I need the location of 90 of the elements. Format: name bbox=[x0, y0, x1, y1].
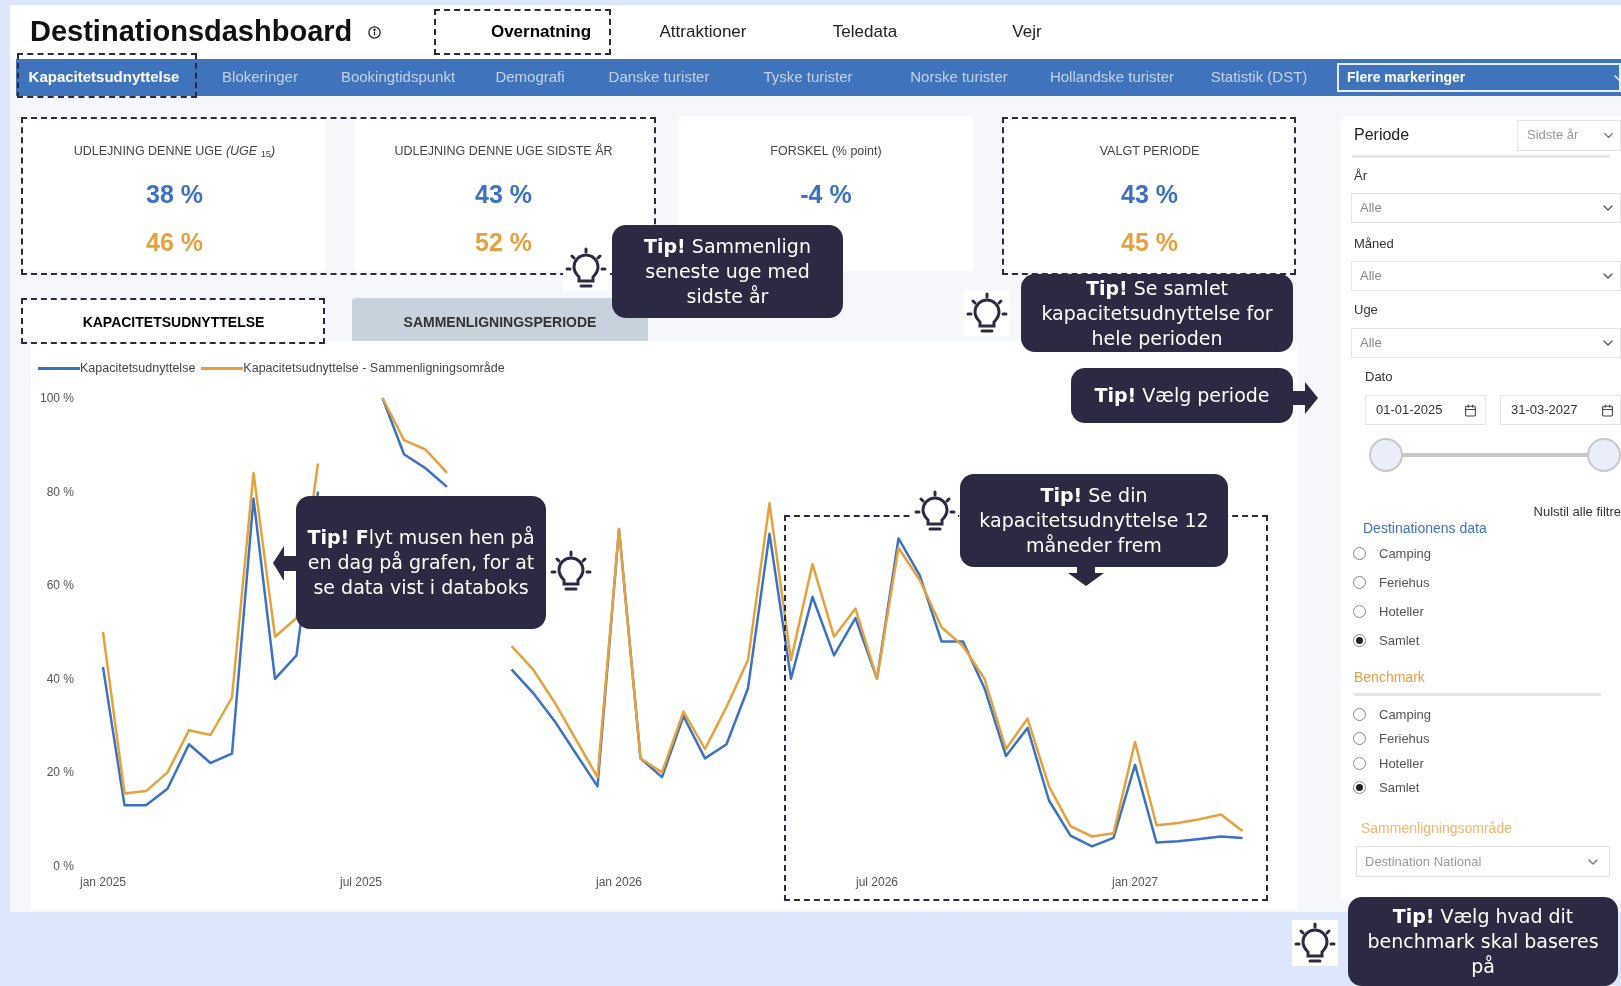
axis-label: jan 2026 bbox=[596, 875, 642, 889]
tip-callout: Tip! Flyt musen hen på en dag på grafen, for at se data vist i databoks bbox=[296, 496, 546, 629]
kpi-title: UDLEJNING DENNE UGE (UGE $_{15}$) bbox=[73, 143, 276, 158]
nav-tab[interactable]: Statistik (DST) bbox=[1196, 66, 1322, 89]
radio-label: Feriehus bbox=[1379, 573, 1430, 592]
lightbulb-icon bbox=[1292, 920, 1338, 966]
filter-label: Dato bbox=[1365, 368, 1394, 385]
radio-button[interactable] bbox=[1353, 756, 1366, 770]
tip-callout: Tip! Vælg periode bbox=[1071, 368, 1293, 423]
nav-tab[interactable]: Blokeringer bbox=[192, 66, 328, 89]
kpi-value: 38 % bbox=[146, 179, 203, 209]
arrow-icon bbox=[273, 546, 296, 581]
legend-label: Kapacitetsudnyttelse - Sammenligningsområde bbox=[243, 359, 505, 377]
page-tab[interactable]: Vejr bbox=[946, 19, 1108, 45]
legend-label: Kapacitetsudnyttelse bbox=[80, 359, 196, 377]
axis-label: 60 % bbox=[46, 578, 74, 593]
chart-tab[interactable]: SAMMENLIGNINGSPERIODE bbox=[352, 298, 648, 341]
axis-label: jan 2027 bbox=[1112, 875, 1158, 889]
axis-label: 100 % bbox=[39, 391, 74, 405]
tip-callout: Tip! Se din kapacitetsudnyttelse 12 måneder frem bbox=[960, 474, 1228, 567]
radio-button[interactable] bbox=[1353, 634, 1366, 647]
arrow-icon bbox=[1293, 382, 1318, 414]
filter-label: Uge bbox=[1354, 301, 1379, 318]
kpi-comparison-value: 46 % bbox=[146, 227, 203, 257]
date-field[interactable]: 01-01-2025 bbox=[1365, 395, 1486, 425]
section-title: Benchmark bbox=[1354, 668, 1426, 685]
radio-label: Samlet bbox=[1379, 779, 1420, 797]
dropdown[interactable]: Alle bbox=[1351, 193, 1621, 223]
radio-button[interactable] bbox=[1353, 605, 1366, 618]
dropdown[interactable]: Sidste år bbox=[1517, 119, 1621, 151]
axis-label: 0 % bbox=[53, 859, 74, 873]
kpi-title: FORSKEL (% point) bbox=[770, 143, 882, 158]
axis-label: 40 % bbox=[46, 671, 74, 686]
section-title: Destinationens data bbox=[1363, 519, 1488, 536]
radio-label: Hoteller bbox=[1379, 602, 1424, 621]
nav-tab[interactable]: Danske turister bbox=[592, 66, 726, 89]
kpi-title: UDLEJNING DENNE UGE SIDSTE ÅR bbox=[394, 142, 613, 158]
radio-label: Camping bbox=[1379, 705, 1432, 724]
kpi-value: 43 % bbox=[475, 179, 532, 209]
lightbulb-icon bbox=[964, 290, 1010, 336]
dropdown[interactable]: Destination National bbox=[1356, 846, 1610, 877]
nav-tab[interactable]: Bookingtidspunkt bbox=[328, 66, 468, 89]
axis-label: 20 % bbox=[46, 765, 74, 780]
kpi-value: 43 % bbox=[1121, 179, 1178, 209]
filter-title: Periode bbox=[1354, 125, 1411, 145]
nav-tab[interactable]: Tyske turister bbox=[726, 66, 890, 89]
slider-handle[interactable] bbox=[1587, 438, 1621, 472]
calendar-icon bbox=[1464, 403, 1477, 417]
calendar-icon bbox=[1601, 403, 1614, 417]
page-tab[interactable]: Teledata bbox=[784, 19, 946, 45]
axis-label: jan 2025 bbox=[80, 875, 126, 889]
radio-button[interactable] bbox=[1353, 781, 1366, 795]
kpi-comparison-value: 52 % bbox=[475, 227, 532, 257]
arrow-icon bbox=[1068, 567, 1104, 586]
nav-tab[interactable]: Kapacitetsudnyttelse bbox=[16, 66, 192, 89]
axis-label: jul 2026 bbox=[856, 875, 898, 889]
tip-callout: Tip! Vælg hvad dit benchmark skal baseres på bbox=[1348, 897, 1618, 986]
radio-label: Camping bbox=[1379, 544, 1432, 563]
slider-handle[interactable] bbox=[1369, 438, 1403, 472]
axis-label: 80 % bbox=[46, 484, 74, 499]
tip-callout: Tip! Sammenlign seneste uge med sidste år bbox=[612, 225, 843, 318]
nav-tab[interactable]: Hollandske turister bbox=[1028, 66, 1196, 89]
kpi-value: -4 % bbox=[800, 179, 852, 209]
kpi-comparison-value: 45 % bbox=[1121, 227, 1178, 257]
range-slider[interactable] bbox=[1369, 438, 1621, 472]
page-tab[interactable]: Overnatning bbox=[460, 19, 622, 45]
nav-tab[interactable]: Demografi bbox=[468, 66, 592, 89]
dropdown[interactable]: Alle bbox=[1351, 261, 1621, 291]
radio-button[interactable] bbox=[1353, 707, 1366, 721]
nav-tab[interactable]: Norske turister bbox=[890, 66, 1028, 89]
info-icon[interactable] bbox=[368, 25, 382, 39]
radio-button[interactable] bbox=[1353, 732, 1366, 746]
radio-button[interactable] bbox=[1353, 547, 1366, 560]
filter-label: År bbox=[1354, 167, 1368, 184]
section-title: Sammenligningsområde bbox=[1361, 819, 1513, 836]
dropdown[interactable]: Alle bbox=[1351, 328, 1621, 358]
dashboard-title: Destinationsdashboard bbox=[30, 14, 353, 50]
reset-filters-link[interactable]: Nulstil alle filtre bbox=[1533, 502, 1621, 518]
radio-label: Feriehus bbox=[1379, 730, 1430, 748]
radio-label: Samlet bbox=[1379, 631, 1420, 650]
kpi-title: VALGT PERIODE bbox=[1099, 143, 1200, 158]
filter-label: Måned bbox=[1354, 235, 1395, 252]
radio-button[interactable] bbox=[1353, 576, 1366, 589]
tip-callout: Tip! Se samlet kapacitetsudnyttelse for hele perioden bbox=[1021, 274, 1293, 352]
chart-tab[interactable]: KAPACITETSUDNYTTELSE bbox=[23, 298, 324, 341]
page-tab[interactable]: Attraktioner bbox=[622, 19, 784, 45]
date-field[interactable]: 31-03-2027 bbox=[1500, 395, 1621, 425]
radio-label: Hoteller bbox=[1379, 754, 1424, 773]
axis-label: jul 2025 bbox=[340, 875, 382, 889]
dropdown[interactable]: Flere markeringer bbox=[1337, 63, 1621, 92]
